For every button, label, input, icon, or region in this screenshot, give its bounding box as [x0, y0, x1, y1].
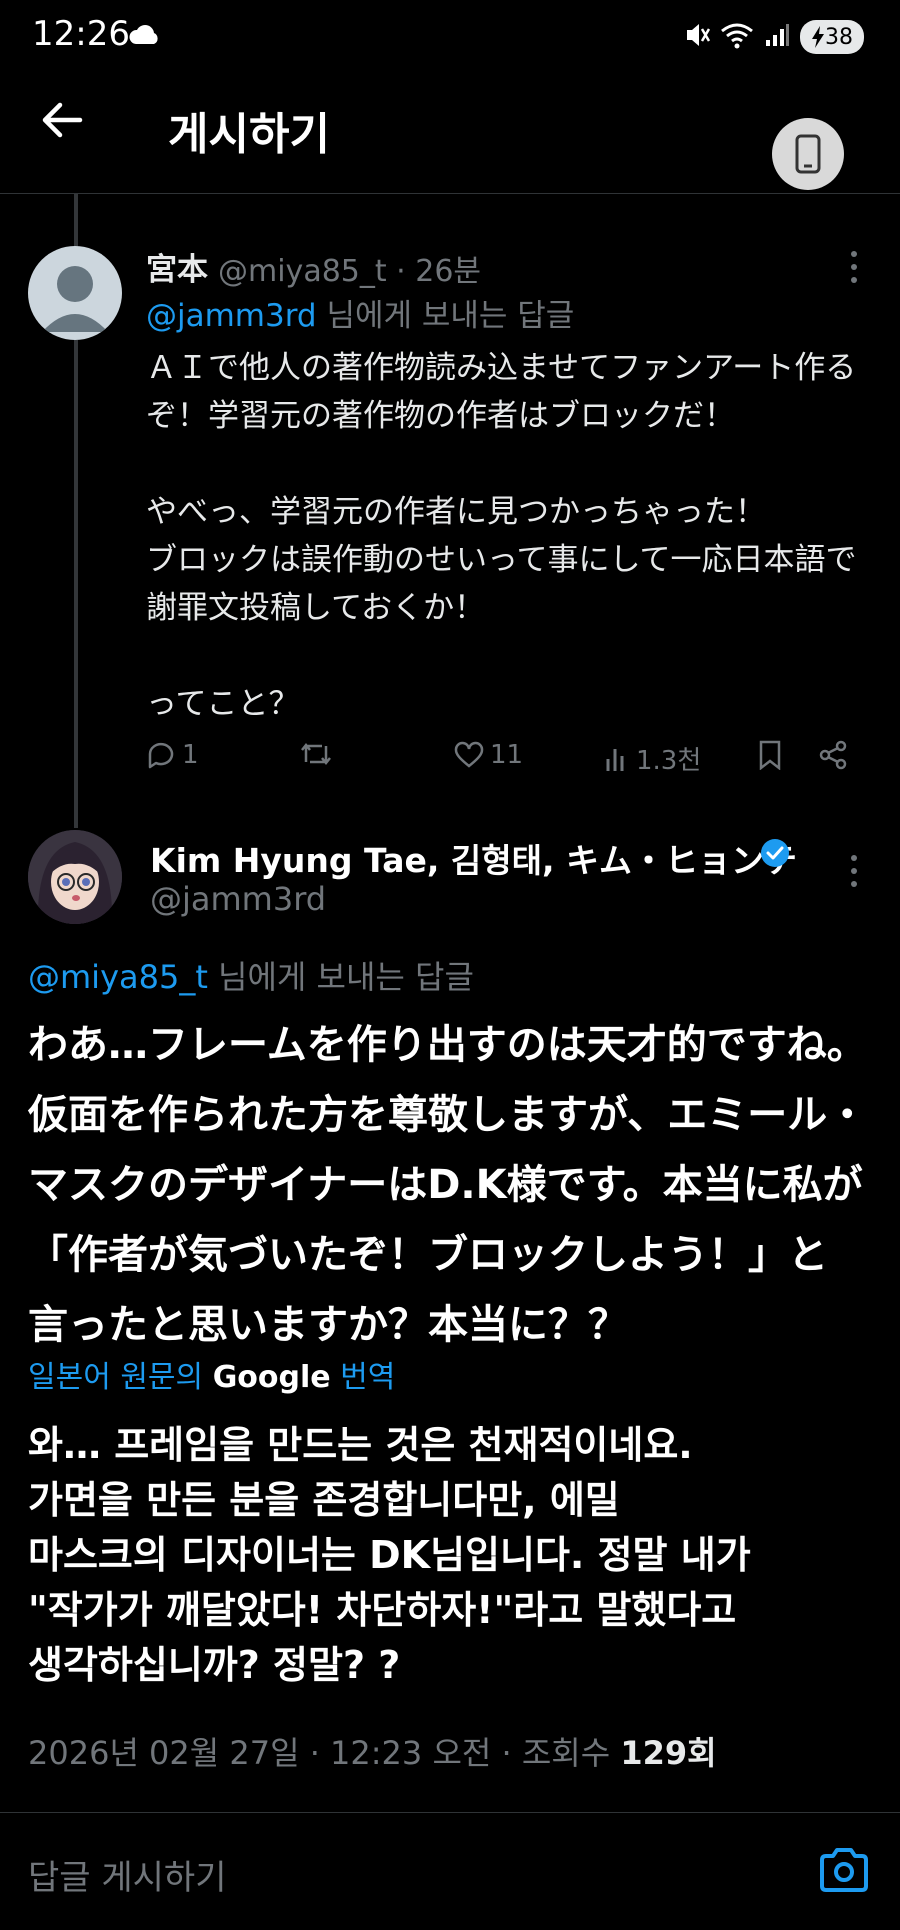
more-options-button[interactable]	[844, 852, 864, 890]
bookmark-icon	[759, 740, 781, 770]
phone-icon	[795, 134, 821, 174]
tweet-timestamp: 2026년 02월 27일 · 12:23 오전 · 조회수 129회	[28, 1728, 717, 1774]
thread-line	[74, 194, 78, 252]
reply-input[interactable]: 답글 게시하기	[28, 1850, 227, 1899]
tweet-author-name[interactable]: Kim Hyung Tae, 김형태, キム・ヒョンテ	[150, 834, 797, 882]
translated-text: 와… 프레임을 만드는 것은 천재적이네요. 가면을 만든 분을 존경합니다만,…	[28, 1423, 751, 1687]
battery-indicator: 38	[800, 20, 864, 54]
status-icons: 38	[684, 20, 864, 54]
cloud-icon	[128, 22, 162, 50]
battery-level: 38	[825, 24, 853, 50]
camera-icon	[820, 1848, 868, 1892]
status-time: 12:26	[32, 14, 130, 54]
views-button[interactable]: 1.3천	[604, 740, 701, 777]
timestamp-text: 2026년 02월 27일 · 12:23 오전 · 조회수	[28, 1734, 621, 1772]
more-vertical-icon	[851, 855, 857, 887]
tweet-handle[interactable]: @miya85_t	[218, 254, 387, 289]
retweet-button[interactable]	[298, 740, 334, 768]
translate-suffix: 번역	[330, 1360, 396, 1395]
translation-attribution[interactable]: 일본어 원문의 Google 번역	[28, 1352, 395, 1396]
google-logo: Google	[212, 1360, 331, 1395]
like-button[interactable]: 11	[454, 740, 523, 770]
device-button[interactable]	[772, 118, 844, 190]
divider	[0, 1812, 900, 1813]
charging-icon	[812, 26, 824, 48]
signal-icon	[764, 22, 790, 52]
reply-button[interactable]: 1	[146, 740, 199, 770]
reply-context: @jamm3rd 님에게 보내는 답글	[146, 290, 574, 335]
more-options-button[interactable]	[844, 248, 864, 286]
reply-suffix: 님에게 보내는 답글	[316, 298, 575, 334]
reply-context: @miya85_t 님에게 보내는 답글	[28, 952, 474, 998]
bar-chart-icon	[606, 748, 624, 771]
tweet-body: わあ…フレームを作り出すのは天才的ですね。 仮面を作られた方を尊敬しますが、エミ…	[28, 1022, 868, 1348]
default-avatar-icon	[42, 266, 108, 332]
reply-suffix: 님에게 보내는 답글	[207, 958, 474, 996]
page-title: 게시하기	[168, 109, 330, 160]
back-button[interactable]	[40, 100, 100, 160]
tweet-body: ＡＩで他人の著作物読み込ませてファンアート作るぞ！学習元の著作物の作者はブロック…	[146, 350, 857, 722]
tweet-actions: 1 11 1.3천	[146, 740, 866, 780]
translate-prefix: 일본어 원문의	[28, 1360, 213, 1395]
bookmark-button[interactable]	[758, 740, 782, 770]
share-button[interactable]	[818, 740, 848, 770]
tweet-handle[interactable]: @jamm3rd	[150, 880, 326, 918]
retweet-icon	[301, 742, 331, 766]
profile-picture	[28, 830, 122, 924]
like-count: 11	[490, 740, 524, 770]
tweet-meta: @miya85_t · 26분	[218, 254, 482, 289]
heart-icon	[454, 741, 484, 768]
wifi-icon	[720, 21, 754, 53]
avatar[interactable]	[28, 246, 122, 340]
tweet-time: 26분	[415, 254, 482, 289]
arrow-left-icon	[42, 102, 83, 138]
comment-icon	[148, 742, 174, 769]
reply-mention[interactable]: @jamm3rd	[146, 298, 317, 334]
tweet-author-name[interactable]: 宮本	[146, 244, 208, 289]
reply-mention[interactable]: @miya85_t	[28, 958, 208, 996]
share-icon	[819, 740, 847, 770]
camera-button[interactable]	[818, 1846, 870, 1894]
thread-line	[74, 340, 78, 828]
view-count[interactable]: 129회	[620, 1734, 716, 1772]
reply-count: 1	[182, 740, 199, 770]
more-vertical-icon	[851, 251, 857, 283]
header-divider	[0, 193, 900, 194]
avatar[interactable]	[28, 830, 122, 924]
mute-icon	[684, 21, 711, 53]
view-count: 1.3천	[636, 746, 702, 776]
verified-badge-icon	[760, 838, 790, 872]
